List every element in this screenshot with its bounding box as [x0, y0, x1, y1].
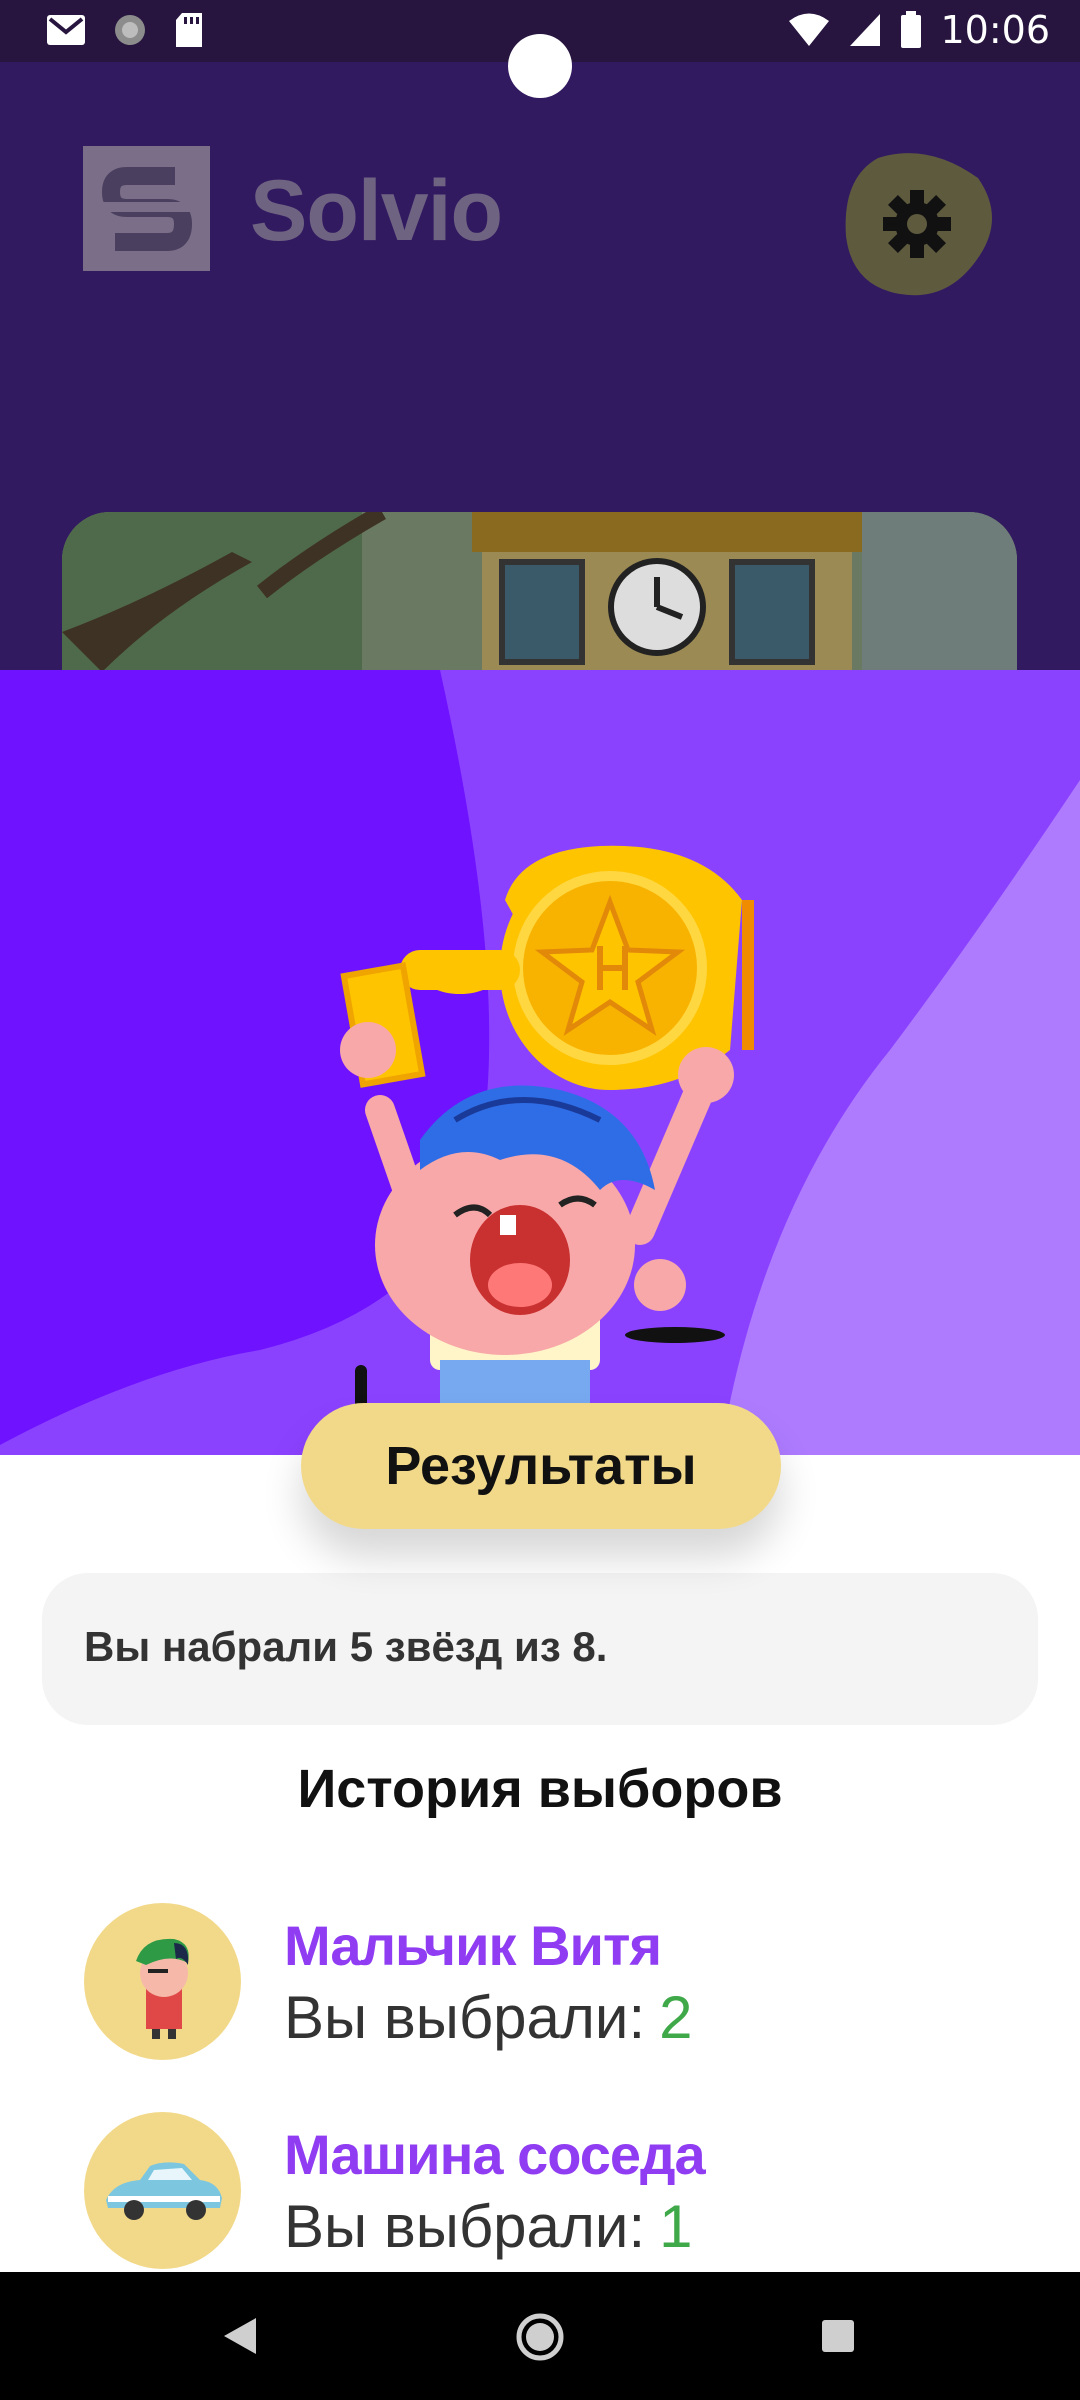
story-card-image	[62, 512, 1017, 670]
gear-icon	[883, 190, 951, 258]
boy-avatar	[84, 1903, 241, 2060]
results-button[interactable]: Результаты	[301, 1403, 781, 1529]
sd-card-icon	[176, 13, 202, 47]
history-item-choice: Вы выбрали: 2	[284, 1983, 693, 2052]
history-item: Машина соседа Вы выбрали: 1	[84, 2112, 984, 2272]
settings-button[interactable]	[838, 148, 996, 298]
recents-icon[interactable]	[820, 2318, 856, 2354]
history-item-name: Мальчик Витя	[284, 1914, 662, 1977]
choice-label: Вы выбрали:	[284, 2193, 646, 2260]
history-item-name: Машина соседа	[284, 2123, 706, 2186]
battery-icon	[901, 11, 922, 48]
history-item-choice: Вы выбрали: 1	[284, 2192, 693, 2261]
gmail-icon	[47, 15, 85, 45]
signal-icon	[850, 14, 881, 46]
history-item: Мальчик Витя Вы выбрали: 2	[84, 1903, 984, 2063]
status-time: 10:06	[940, 8, 1050, 52]
navigation-bar	[0, 2272, 1080, 2400]
car-avatar	[84, 2112, 241, 2269]
trophy-illustration	[0, 670, 1080, 1455]
sync-icon	[115, 15, 145, 45]
app-title: Solvio	[250, 163, 503, 259]
app-background: Solvio	[0, 62, 1080, 670]
choice-value: 1	[659, 2193, 693, 2260]
home-icon[interactable]	[515, 2312, 565, 2362]
score-text: Вы набрали 5 звёзд из 8.	[84, 1623, 608, 1670]
app-logo	[83, 146, 210, 271]
wifi-icon	[789, 13, 830, 46]
score-box: Вы набрали 5 звёзд из 8.	[42, 1573, 1038, 1725]
history-title: История выборов	[297, 1759, 783, 1819]
choice-label: Вы выбрали:	[284, 1984, 646, 2051]
front-camera	[508, 34, 572, 98]
choice-value: 2	[659, 1984, 693, 2051]
back-icon[interactable]	[222, 2316, 258, 2356]
